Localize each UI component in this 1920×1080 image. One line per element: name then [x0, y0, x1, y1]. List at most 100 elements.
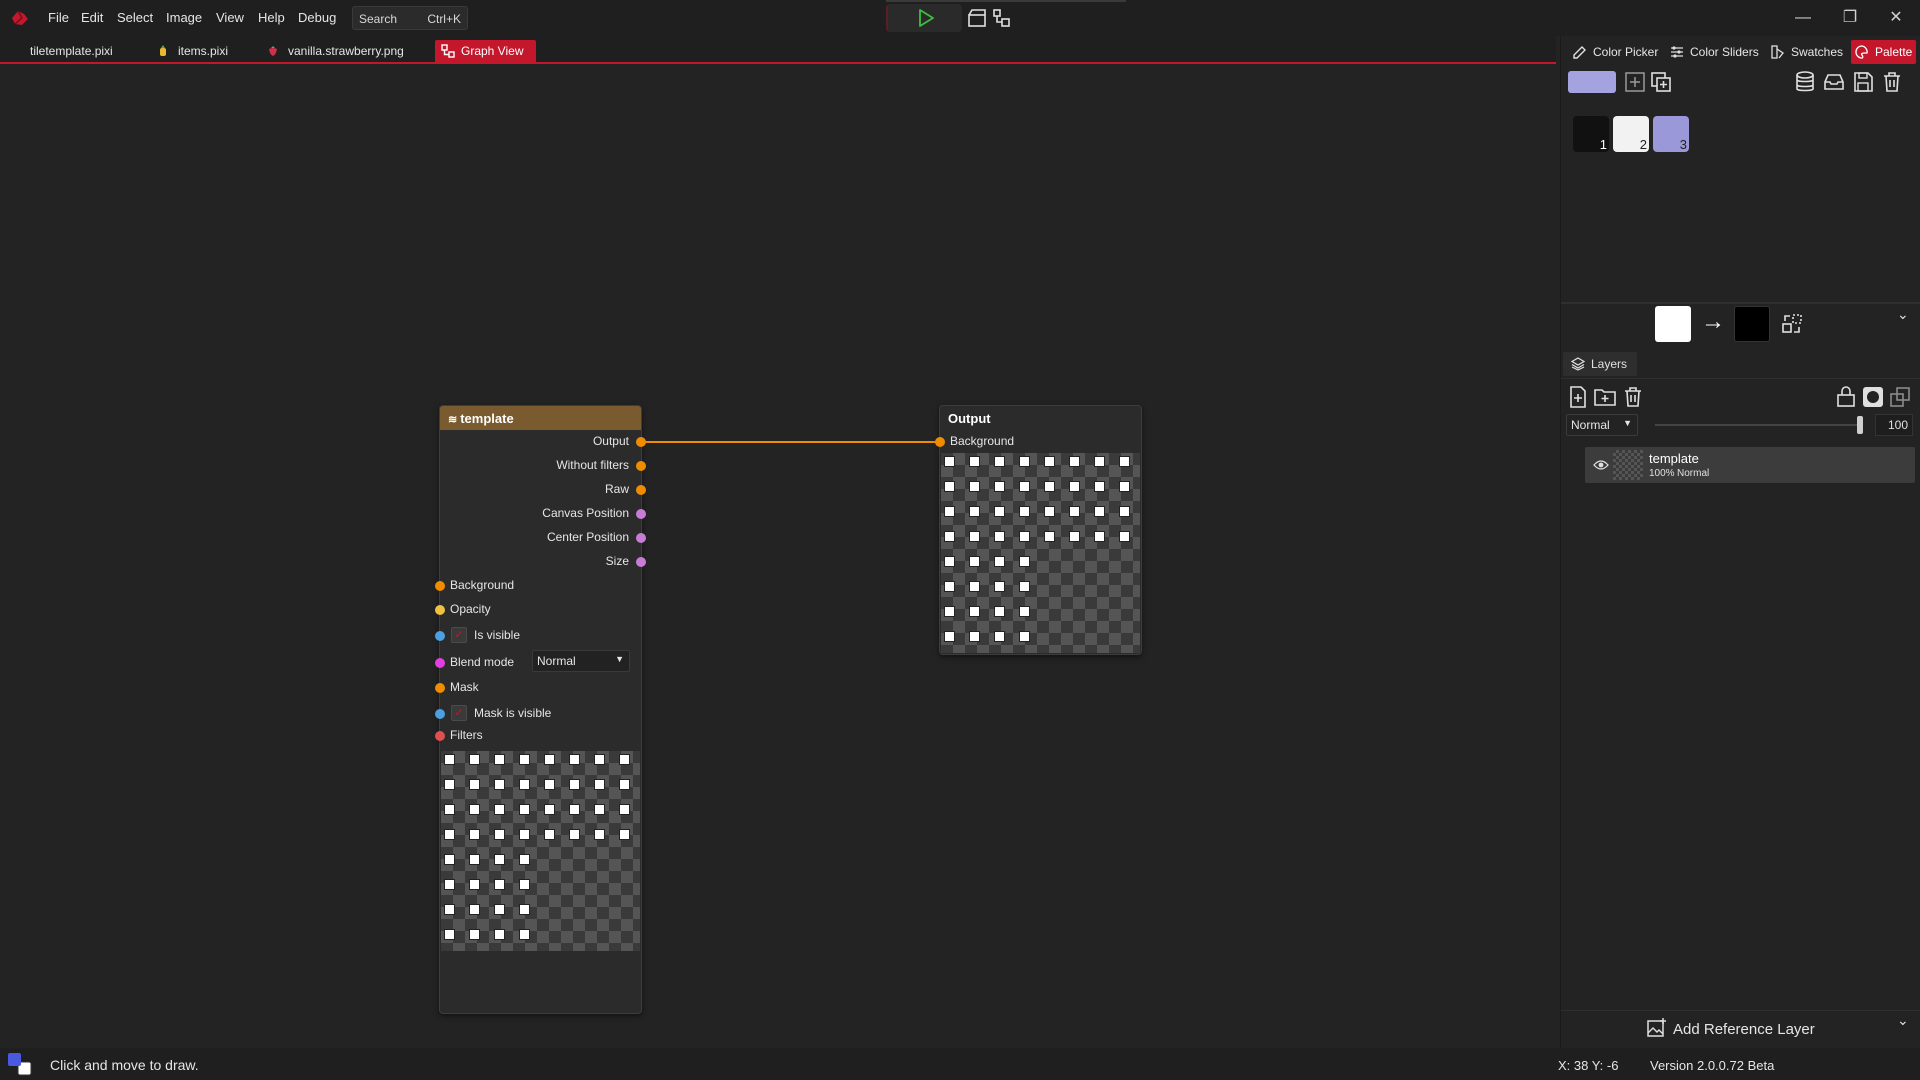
preview-pixel — [469, 829, 480, 840]
is-visible-checkbox[interactable]: ✓ — [451, 627, 467, 643]
menu-edit[interactable]: Edit — [81, 10, 103, 25]
port-without-filters[interactable] — [636, 461, 646, 471]
sliders-icon — [1671, 46, 1683, 58]
palette-swatch-3[interactable]: 3 — [1653, 116, 1689, 152]
chevron-down-icon[interactable]: ⌄ — [1897, 1012, 1909, 1029]
port-center-position[interactable] — [636, 533, 646, 543]
tab-graph-view[interactable]: Graph View — [435, 40, 536, 64]
maximize-button[interactable]: ❐ — [1838, 6, 1862, 30]
port-label-opacity: Opacity — [450, 602, 491, 616]
swatch-number: 1 — [1599, 137, 1607, 152]
tab-layers[interactable]: Layers — [1563, 352, 1637, 376]
mask-is-visible-checkbox[interactable]: ✓ — [451, 705, 467, 721]
tab-vanilla-strawberry[interactable]: vanilla.strawberry.png — [262, 40, 410, 64]
title-bar: File Edit Select Image View Help Debug S… — [0, 0, 1920, 36]
tab-color-picker[interactable]: Color Picker — [1569, 40, 1662, 64]
clapperboard-icon[interactable] — [967, 8, 987, 28]
palette-swatch-1[interactable]: 1 — [1573, 116, 1609, 152]
node-graph-icon[interactable] — [992, 8, 1012, 28]
port-opacity[interactable] — [435, 605, 445, 615]
opacity-input[interactable]: 100 — [1875, 414, 1913, 436]
swap-arrow-icon[interactable]: → — [1701, 308, 1725, 336]
layer-stack-icon: ≋ — [448, 414, 458, 426]
preview-pixel — [994, 581, 1005, 592]
preview-pixel — [594, 804, 605, 815]
port-blend-mode[interactable] — [435, 658, 445, 668]
status-bar: Click and move to draw. X: 38 Y: -6 Vers… — [0, 1048, 1920, 1080]
chevron-down-icon[interactable]: ⌄ — [1897, 306, 1909, 323]
eye-icon[interactable] — [1593, 458, 1609, 472]
secondary-color-swatch[interactable] — [1734, 306, 1770, 342]
strawberry-file-icon — [269, 46, 277, 56]
preview-pixel — [519, 854, 530, 865]
preview-pixel — [544, 754, 555, 765]
node-graph-canvas[interactable]: ≋ template Output Without filters Raw Can… — [0, 64, 1556, 1048]
preview-pixel — [469, 754, 480, 765]
layer-row[interactable]: template 100% Normal — [1585, 447, 1915, 483]
layer-blend-mode-select[interactable]: Normal ▼ — [1566, 414, 1638, 436]
preview-pixel — [469, 879, 480, 890]
preview-pixel — [1119, 481, 1130, 492]
opacity-slider-track[interactable] — [1655, 424, 1863, 426]
new-folder-icon[interactable] — [1593, 385, 1617, 409]
port-background[interactable] — [435, 581, 445, 591]
port-output[interactable] — [636, 437, 646, 447]
preview-pixel — [494, 904, 505, 915]
menu-view[interactable]: View — [216, 10, 244, 25]
current-color-swatch[interactable] — [1568, 71, 1616, 93]
port-is-visible[interactable] — [435, 631, 445, 641]
port-mask-is-visible[interactable] — [435, 709, 445, 719]
menu-image[interactable]: Image — [166, 10, 202, 25]
opacity-slider-handle[interactable] — [1857, 416, 1863, 434]
merge-layers-icon[interactable] — [1888, 385, 1912, 409]
preview-pixel — [494, 829, 505, 840]
tab-swatches[interactable]: Swatches — [1767, 40, 1847, 64]
preview-pixel — [519, 754, 530, 765]
play-icon[interactable] — [916, 8, 936, 28]
document-tab-bar: tiletemplate.pixi items.pixi vanilla.str… — [0, 36, 1556, 64]
output-node-header[interactable]: Output — [940, 406, 1141, 430]
preview-pixel — [1019, 581, 1030, 592]
palette-swatch-2[interactable]: 2 — [1613, 116, 1649, 152]
port-mask[interactable] — [435, 683, 445, 693]
preview-pixel — [1069, 506, 1080, 517]
preview-pixel — [1069, 531, 1080, 542]
delete-palette-icon[interactable] — [1880, 70, 1904, 94]
primary-color-swatch[interactable] — [1655, 306, 1691, 342]
menu-help[interactable]: Help — [258, 10, 285, 25]
tab-palette[interactable]: Palette — [1851, 40, 1917, 64]
port-filters[interactable] — [435, 731, 445, 741]
search-input[interactable]: Search Ctrl+K — [352, 6, 468, 30]
blend-mode-select[interactable]: Normal ▼ — [532, 650, 630, 672]
add-color-icon[interactable] — [1623, 70, 1647, 94]
mask-icon[interactable] — [1861, 385, 1885, 409]
port-raw[interactable] — [636, 485, 646, 495]
tab-color-sliders[interactable]: Color Sliders — [1666, 40, 1763, 64]
tab-items[interactable]: items.pixi — [152, 40, 234, 64]
menu-debug[interactable]: Debug — [298, 10, 336, 25]
swatch-number: 3 — [1679, 137, 1687, 152]
save-icon[interactable] — [1851, 70, 1875, 94]
menu-file[interactable]: File — [48, 10, 69, 25]
port-canvas-position[interactable] — [636, 509, 646, 519]
template-node-header[interactable]: ≋ template — [440, 406, 641, 430]
layer-thumbnail — [1613, 450, 1643, 480]
tab-tiletemplate[interactable]: tiletemplate.pixi — [24, 40, 119, 64]
swap-colors-icon[interactable] — [1780, 312, 1804, 336]
port-output-background[interactable] — [935, 437, 945, 447]
menu-select[interactable]: Select — [117, 10, 153, 25]
port-label-blend-mode: Blend mode — [450, 655, 515, 669]
duplicate-icon[interactable] — [1649, 70, 1673, 94]
port-size[interactable] — [636, 557, 646, 567]
close-button[interactable]: ✕ — [1884, 6, 1908, 30]
output-node[interactable]: Output Background — [935, 405, 1142, 655]
new-layer-icon[interactable] — [1566, 385, 1590, 409]
add-reference-layer-button[interactable]: Add Reference Layer — [1647, 1018, 1815, 1042]
minimize-button[interactable]: — — [1791, 6, 1815, 30]
lock-transparency-icon[interactable] — [1834, 385, 1858, 409]
delete-layer-icon[interactable] — [1621, 385, 1645, 409]
import-palette-icon[interactable] — [1822, 70, 1846, 94]
preview-pixel — [1044, 506, 1055, 517]
database-icon[interactable] — [1793, 70, 1817, 94]
template-node[interactable]: ≋ template Output Without filters Raw Can… — [435, 405, 646, 1014]
